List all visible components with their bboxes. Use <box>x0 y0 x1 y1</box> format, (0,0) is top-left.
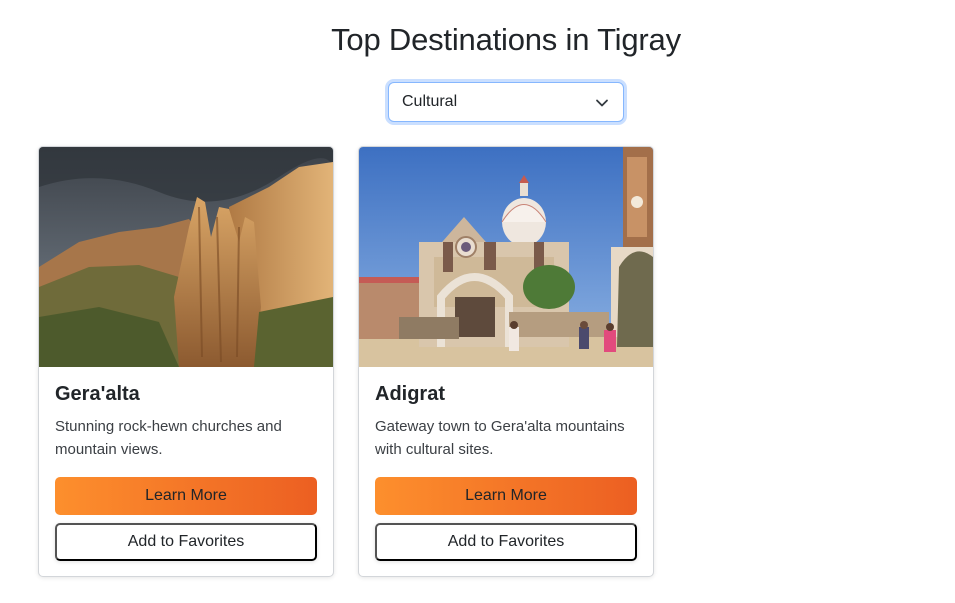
card-description: Stunning rock-hewn churches and mountain… <box>55 418 282 458</box>
learn-more-button[interactable]: Learn More <box>55 477 317 515</box>
learn-more-button[interactable]: Learn More <box>375 477 637 515</box>
destination-card: Adigrat Gateway town to Gera'alta mounta… <box>358 146 654 577</box>
destination-card: Gera'alta Stunning rock-hewn churches an… <box>38 146 334 577</box>
destination-image-mountains <box>39 147 333 367</box>
category-filter-select[interactable]: Cultural <box>388 82 624 122</box>
card-description: Gateway town to Gera'alta mountains with… <box>375 418 625 458</box>
card-title: Adigrat <box>375 383 445 405</box>
add-to-favorites-button[interactable]: Add to Favorites <box>55 523 317 561</box>
category-filter-value: Cultural <box>402 93 458 110</box>
destination-image-church <box>359 147 653 367</box>
add-to-favorites-button[interactable]: Add to Favorites <box>375 523 637 561</box>
chevron-down-icon <box>596 99 608 107</box>
page-title: Top Destinations in Tigray <box>331 22 681 57</box>
card-title: Gera'alta <box>55 383 140 405</box>
